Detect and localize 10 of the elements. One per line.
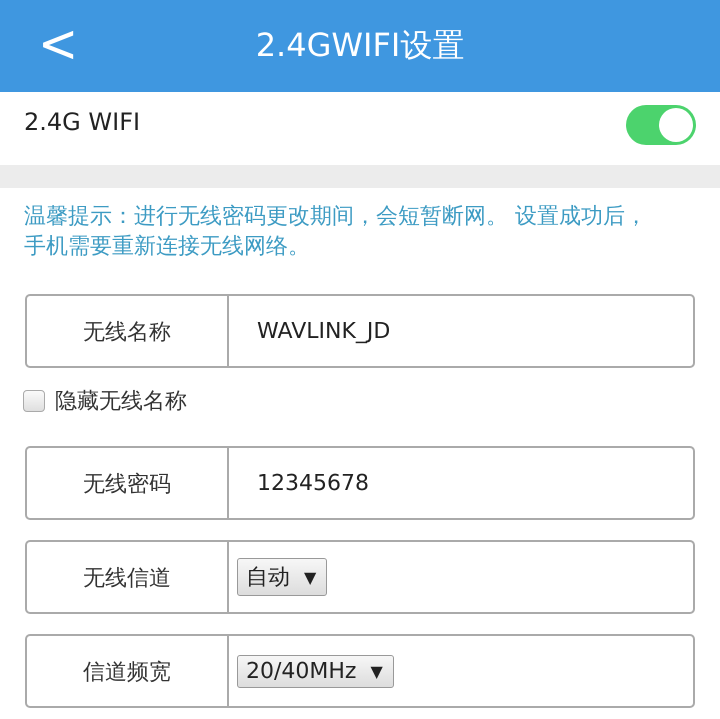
wifi-toggle[interactable] [626,104,696,144]
checkbox-label: 隐藏无线名称 [55,388,187,416]
dropdown[interactable]: 自动 ▼ [237,558,328,596]
field-label: 信道频宽 [83,659,171,687]
hint-text: 温馨提示：进行无线密码更改期间，会短暂断网。 设置成功后，手机需要重新连接无线网络。 [24,203,648,261]
field-label: 无线信道 [83,565,171,593]
dropdown[interactable]: 20/40MHz ▼ [237,654,394,688]
checkbox[interactable] [23,390,45,412]
wifi-label: 2.4G WIFI [24,108,142,136]
page-title: 2.4GWIFI设置 [256,25,464,66]
